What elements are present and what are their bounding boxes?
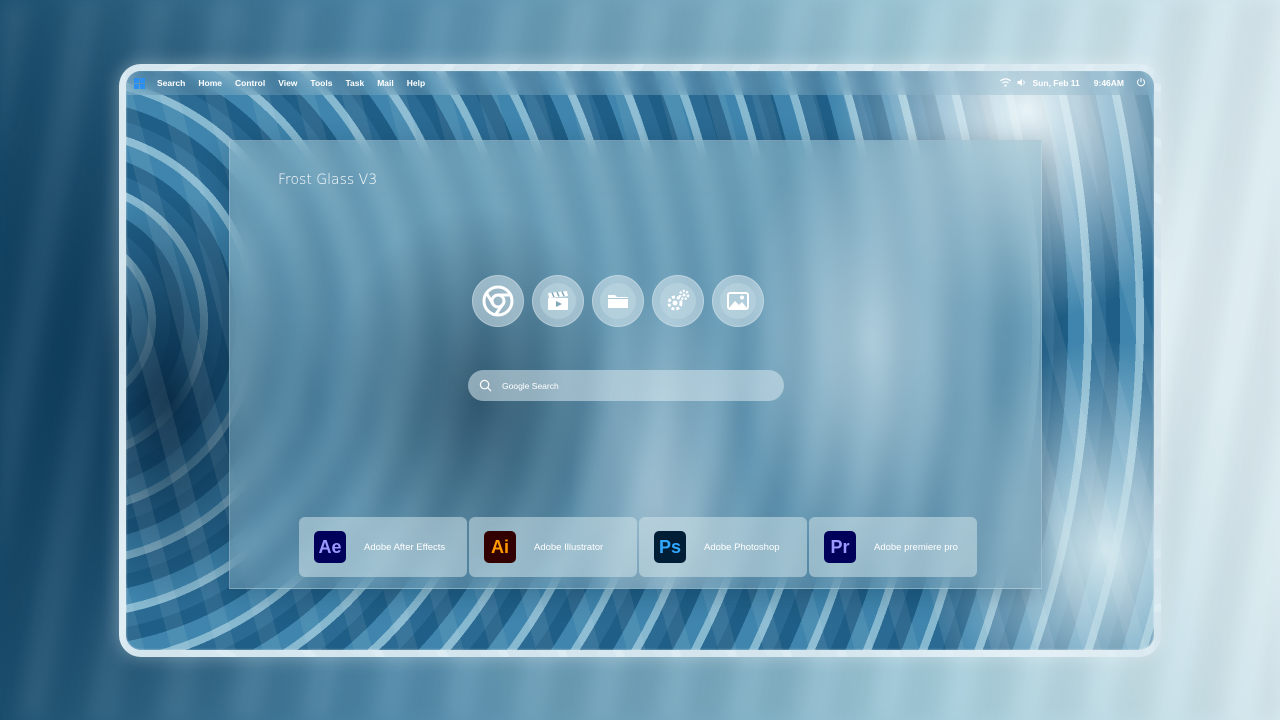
menu-bar: Search Home Control View Tools Task Mail… — [126, 71, 1154, 95]
app-photoshop[interactable]: Ps Adobe Photoshop — [639, 517, 807, 577]
folder-icon[interactable] — [592, 275, 644, 327]
menu-home[interactable]: Home — [198, 78, 222, 88]
wifi-icon[interactable] — [999, 77, 1011, 89]
settings-icon[interactable] — [652, 275, 704, 327]
menu-mail[interactable]: Mail — [377, 78, 394, 88]
photoshop-logo-icon: Ps — [654, 531, 686, 563]
menu-tools[interactable]: Tools — [310, 78, 332, 88]
windows-logo-icon[interactable] — [134, 77, 145, 89]
after-effects-logo-icon: Ae — [314, 531, 346, 563]
app-premiere-pro[interactable]: Pr Adobe premiere pro — [809, 517, 977, 577]
volume-icon[interactable] — [1017, 78, 1027, 89]
search-placeholder: Google Search — [502, 380, 559, 391]
status-area: Sun, Feb 11 9:46AM — [999, 77, 1154, 89]
video-editor-icon[interactable] — [532, 275, 584, 327]
time-text[interactable]: 9:46AM — [1094, 78, 1124, 88]
app-illustrator[interactable]: Ai Adobe Illustrator — [469, 517, 637, 577]
app-label: Adobe premiere pro — [874, 541, 958, 553]
premiere-pro-logo-icon: Pr — [824, 531, 856, 563]
menu-task[interactable]: Task — [345, 78, 364, 88]
menu-control[interactable]: Control — [235, 78, 265, 88]
app-after-effects[interactable]: Ae Adobe After Effects — [299, 517, 467, 577]
app-dock: Ae Adobe After Effects Ai Adobe Illustra… — [299, 517, 977, 577]
photos-icon[interactable] — [712, 275, 764, 327]
app-label: Adobe Photoshop — [704, 541, 780, 553]
menu-help[interactable]: Help — [407, 78, 425, 88]
illustrator-logo-icon: Ai — [484, 531, 516, 563]
date-text[interactable]: Sun, Feb 11 — [1033, 78, 1080, 88]
app-label: Adobe After Effects — [364, 541, 446, 553]
menu-view[interactable]: View — [278, 78, 297, 88]
google-search-bar[interactable]: Google Search — [468, 370, 784, 401]
power-icon[interactable] — [1136, 77, 1146, 89]
panel-title: Frost Glass V3 — [278, 172, 378, 188]
search-icon — [479, 379, 492, 392]
menu-search[interactable]: Search — [157, 78, 185, 88]
quick-launch-bar — [472, 275, 764, 327]
app-label: Adobe Illustrator — [534, 541, 604, 553]
frost-glass-panel: Frost Glass V3 Google Search Ae Adobe Af… — [229, 140, 1042, 589]
chrome-icon[interactable] — [472, 275, 524, 327]
